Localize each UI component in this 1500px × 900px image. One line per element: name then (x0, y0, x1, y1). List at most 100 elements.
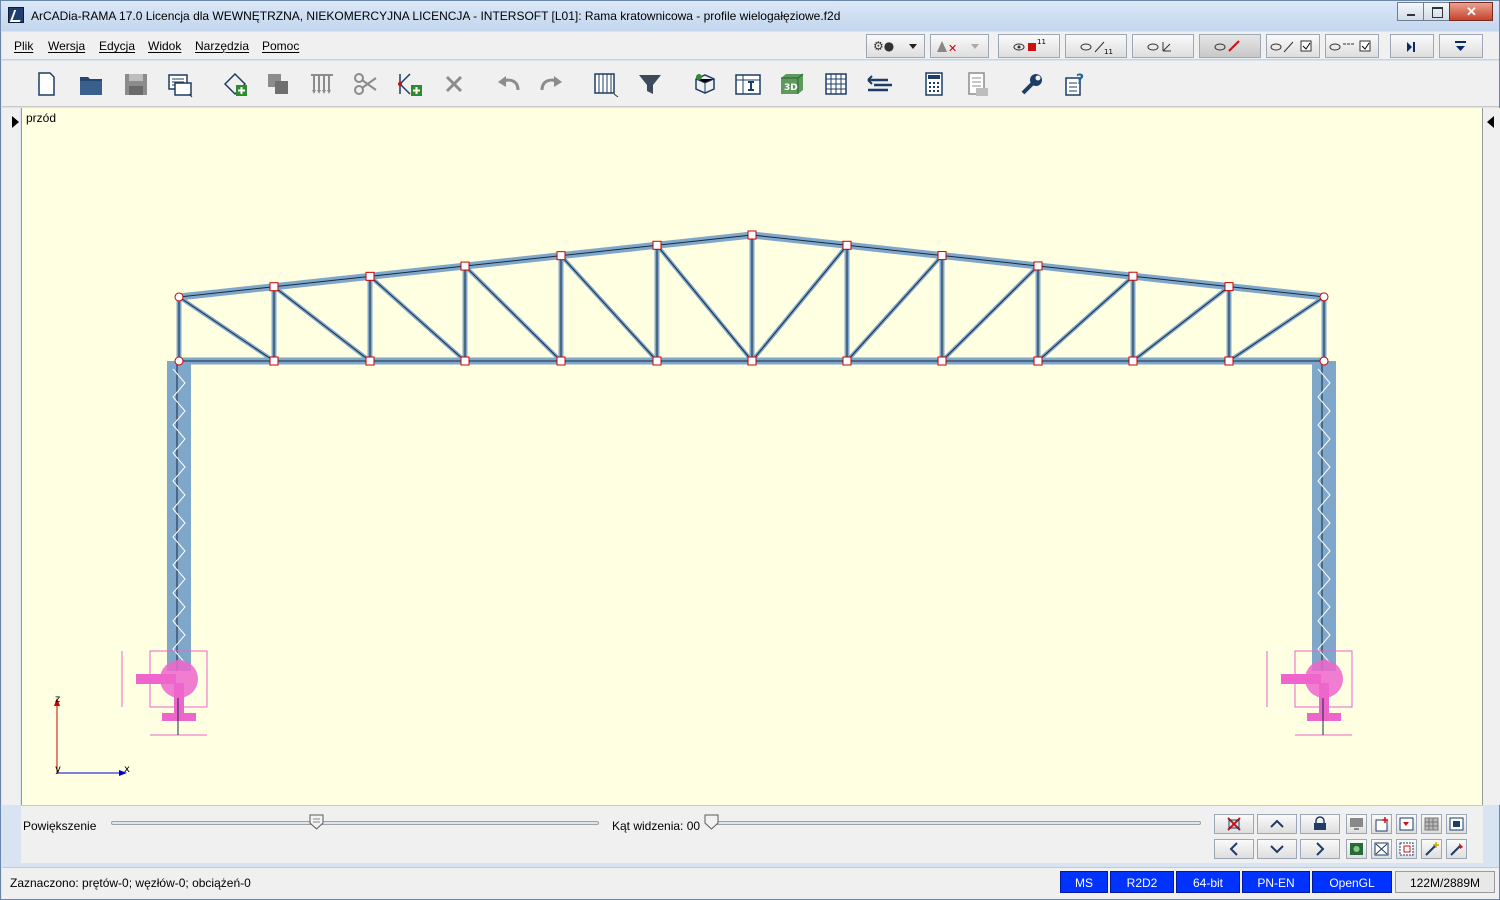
wand-select-button[interactable] (1421, 839, 1442, 859)
align-icon[interactable] (866, 70, 894, 98)
frame-node[interactable] (1128, 271, 1138, 281)
fixed-support-icon[interactable] (1266, 650, 1353, 736)
loads-icon[interactable] (308, 70, 336, 98)
table-icon[interactable] (822, 70, 850, 98)
help-icon[interactable]: ? (1062, 70, 1090, 98)
new-file-icon[interactable] (32, 70, 60, 98)
truss-diagonal-axis (1228, 296, 1325, 362)
delete-icon[interactable] (440, 70, 468, 98)
export-icon[interactable] (166, 70, 194, 98)
pan-up-button[interactable] (1257, 814, 1297, 834)
undo-icon[interactable] (494, 70, 522, 98)
expand-right-arrow-icon[interactable] (1487, 116, 1494, 128)
close-button[interactable] (1449, 2, 1493, 21)
frame-node[interactable] (1128, 356, 1138, 366)
show-bar-labels-toggle[interactable] (1266, 34, 1320, 58)
pan-left-button[interactable] (1214, 839, 1254, 859)
section-icon[interactable] (734, 70, 762, 98)
menu-wersja[interactable]: Wersja (48, 39, 85, 53)
frame-node[interactable] (937, 356, 947, 366)
menu-edycja[interactable]: Edycja (99, 39, 135, 53)
top-chord-segment-axis (178, 286, 275, 298)
new-view-button[interactable] (1371, 814, 1392, 834)
frame-node[interactable] (174, 292, 184, 302)
filter-dropdown[interactable]: ✕ (930, 34, 989, 58)
show-loads-toggle[interactable] (1199, 34, 1261, 58)
show-nodes-toggle[interactable]: 11 (998, 34, 1060, 58)
add-bar-icon[interactable] (396, 70, 424, 98)
menu-bar: Plik Wersja Edycja Widok Narzędzia Pomoc… (2, 32, 1499, 60)
expand-left-arrow-icon[interactable] (12, 116, 19, 128)
top-chord-segment-axis (1228, 286, 1325, 298)
frame-node[interactable] (1319, 356, 1329, 366)
cut-icon[interactable] (352, 70, 380, 98)
more-options-button[interactable] (1439, 34, 1483, 58)
menu-narzedzia[interactable]: Narzędzia (195, 39, 249, 53)
frame-node[interactable] (937, 251, 947, 261)
menu-widok[interactable]: Widok (148, 39, 181, 53)
frame-node[interactable] (556, 356, 566, 366)
frame-node[interactable] (747, 230, 757, 240)
view-angle-slider-thumb[interactable] (704, 814, 719, 830)
view-angle-slider-track[interactable] (711, 821, 1201, 825)
grid-view-button[interactable] (1421, 814, 1442, 834)
pan-down-button[interactable] (1257, 839, 1297, 859)
frame-node[interactable] (174, 356, 184, 366)
show-axes-toggle[interactable] (1132, 34, 1194, 58)
frame-node[interactable] (1033, 261, 1043, 271)
frame-node[interactable] (1319, 292, 1329, 302)
frame-node[interactable] (1224, 282, 1234, 292)
grid-icon[interactable] (592, 70, 620, 98)
frame-node[interactable] (842, 240, 852, 250)
save-icon[interactable] (122, 70, 150, 98)
frame-node[interactable] (269, 356, 279, 366)
copy-icon[interactable] (264, 70, 292, 98)
menu-plik[interactable]: Plik (14, 39, 33, 53)
maximize-button[interactable] (1423, 2, 1450, 21)
filter-icon[interactable] (636, 70, 664, 98)
pick-tool-button[interactable] (1446, 839, 1467, 859)
zoom-slider-track[interactable] (111, 821, 599, 825)
right-panel-toggle-strip[interactable] (1483, 108, 1500, 805)
open-folder-icon[interactable] (77, 70, 105, 98)
monitor-view-button[interactable] (1346, 814, 1367, 834)
print-view-button[interactable] (1446, 814, 1467, 834)
view-dropdown-button[interactable] (1396, 814, 1417, 834)
zoom-window-button[interactable] (1396, 839, 1417, 859)
redo-icon[interactable] (538, 70, 566, 98)
frame-node[interactable] (460, 356, 470, 366)
collapse-button[interactable] (1390, 34, 1434, 58)
structure-3d-icon[interactable] (691, 70, 719, 98)
fixed-support-icon[interactable] (121, 650, 208, 736)
lock-view-button[interactable] (1300, 814, 1340, 834)
report-icon[interactable] (964, 70, 992, 98)
pan-right-button[interactable] (1300, 839, 1340, 859)
frame-node[interactable] (269, 282, 279, 292)
display-mode-dropdown[interactable]: ⚙● (866, 34, 925, 58)
frame-node[interactable] (460, 261, 470, 271)
frame-node[interactable] (652, 240, 662, 250)
zoom-slider-thumb[interactable] (309, 814, 324, 830)
menu-pomoc[interactable]: Pomoc (262, 39, 299, 53)
fit-view-button[interactable] (1371, 839, 1392, 859)
render-view-button[interactable] (1346, 839, 1367, 859)
add-node-icon[interactable] (221, 70, 249, 98)
reset-view-button[interactable] (1214, 814, 1254, 834)
frame-node[interactable] (652, 356, 662, 366)
show-node-labels-toggle[interactable] (1325, 34, 1379, 58)
settings-wrench-icon[interactable] (1018, 70, 1046, 98)
frame-node[interactable] (842, 356, 852, 366)
frame-node[interactable] (365, 356, 375, 366)
frame-node[interactable] (365, 271, 375, 281)
show-bars-toggle[interactable]: 11 (1065, 34, 1127, 58)
view-3d-icon[interactable]: 3D (778, 70, 806, 98)
calculator-icon[interactable] (920, 70, 948, 98)
drawing-canvas[interactable]: przód z y x (21, 108, 1483, 805)
frame-node[interactable] (556, 251, 566, 261)
truss-frame-drawing[interactable]: z y x (22, 108, 1484, 805)
left-panel-toggle-strip[interactable] (2, 108, 20, 805)
minimize-button[interactable] (1397, 2, 1424, 21)
frame-node[interactable] (1033, 356, 1043, 366)
frame-node[interactable] (1224, 356, 1234, 366)
frame-node[interactable] (747, 356, 757, 366)
